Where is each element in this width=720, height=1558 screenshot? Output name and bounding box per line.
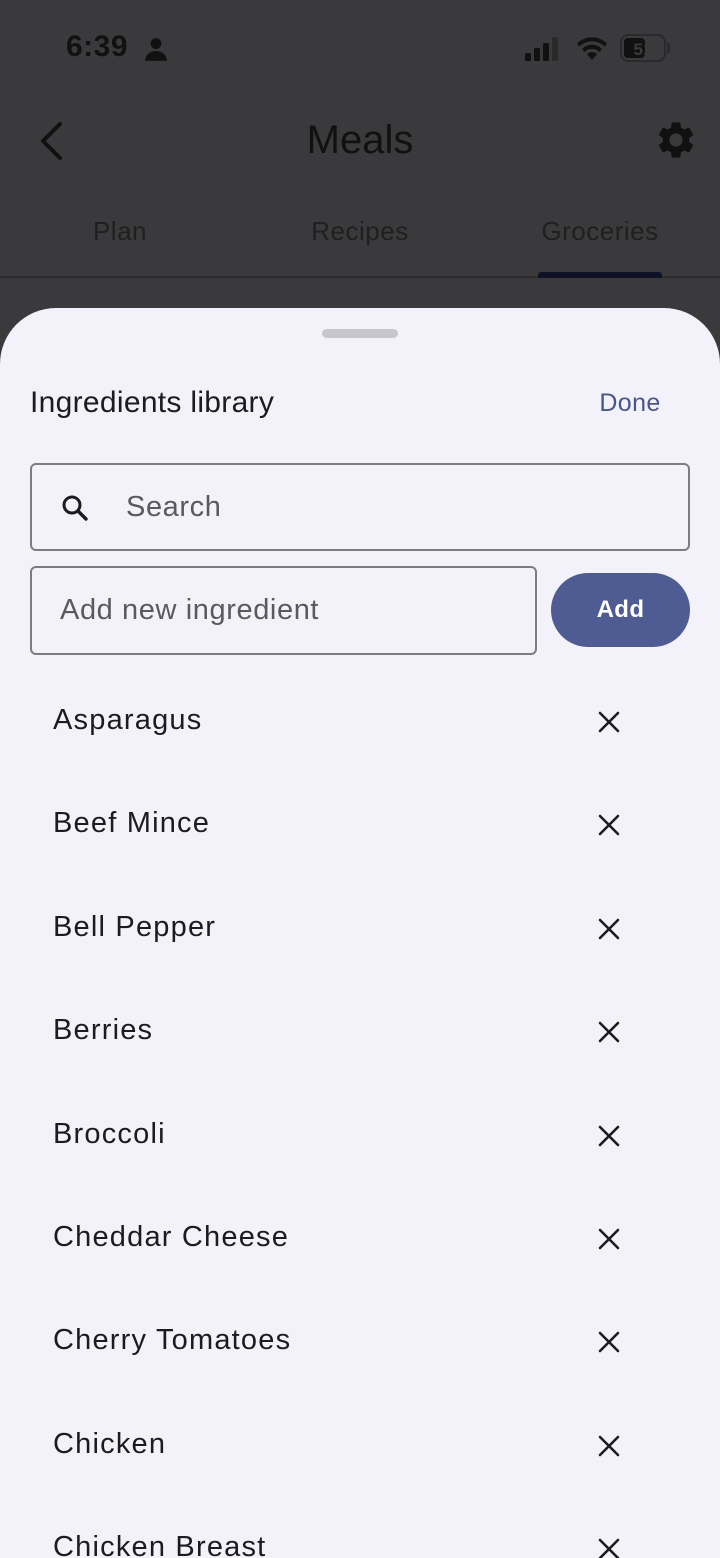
- tab-bar: Plan Recipes Groceries: [0, 196, 720, 278]
- list-item[interactable]: Chicken Breast: [0, 1497, 720, 1558]
- ingredient-name: Berries: [53, 1014, 154, 1047]
- search-box: [30, 463, 690, 551]
- drag-handle[interactable]: [322, 329, 398, 338]
- battery-level: 51: [634, 40, 653, 59]
- ingredient-name: Bell Pepper: [53, 910, 217, 943]
- remove-ingredient-button[interactable]: [584, 1317, 634, 1367]
- status-time: 6:39: [66, 30, 129, 63]
- remove-ingredient-button[interactable]: [584, 1524, 634, 1558]
- add-ingredient-input[interactable]: [60, 568, 520, 653]
- remove-ingredient-button[interactable]: [584, 1421, 634, 1471]
- person-icon: [145, 38, 167, 61]
- close-icon: [598, 1538, 620, 1558]
- tab-groceries[interactable]: Groceries: [480, 216, 720, 247]
- remove-ingredient-button[interactable]: [584, 1111, 634, 1161]
- battery-icon: 51: [620, 34, 670, 62]
- close-icon: [598, 711, 620, 733]
- ingredient-name: Chicken: [53, 1427, 167, 1460]
- ingredient-name: Beef Mince: [53, 807, 211, 840]
- list-item[interactable]: Cherry Tomatoes: [0, 1290, 720, 1393]
- tab-indicator: [538, 272, 662, 278]
- ingredient-list: Asparagus Beef Mince Bell Pepper Berries Bro…: [0, 670, 720, 1558]
- sheet-title: Ingredients library: [30, 386, 275, 419]
- remove-ingredient-button[interactable]: [584, 697, 634, 747]
- ingredients-library-sheet: Ingredients library Done Add Asparagus Be…: [0, 308, 720, 1558]
- list-item[interactable]: Broccoli: [0, 1084, 720, 1187]
- close-icon: [598, 1435, 620, 1457]
- close-icon: [598, 815, 620, 836]
- close-icon: [598, 1332, 620, 1353]
- tab-recipes[interactable]: Recipes: [240, 216, 480, 247]
- status-bar: 6:39 51: [0, 0, 720, 96]
- ingredient-name: Cheddar Cheese: [53, 1220, 290, 1253]
- wifi-icon: [577, 37, 607, 60]
- list-item[interactable]: Cheddar Cheese: [0, 1187, 720, 1290]
- ingredient-name: Asparagus: [53, 704, 203, 736]
- add-button[interactable]: Add: [551, 573, 690, 647]
- ingredient-name: Broccoli: [53, 1117, 166, 1150]
- add-ingredient-box: [30, 566, 537, 655]
- close-icon: [598, 918, 620, 940]
- page-title: Meals: [306, 118, 414, 162]
- remove-ingredient-button[interactable]: [584, 1007, 634, 1057]
- close-icon: [598, 1228, 620, 1250]
- list-item[interactable]: Berries: [0, 980, 720, 1083]
- signal-icon: [525, 37, 558, 61]
- list-item[interactable]: Asparagus: [0, 670, 720, 773]
- tab-plan[interactable]: Plan: [0, 216, 240, 247]
- remove-ingredient-button[interactable]: [584, 800, 634, 850]
- list-item[interactable]: Chicken: [0, 1394, 720, 1497]
- ingredient-name: Cherry Tomatoes: [53, 1324, 292, 1357]
- search-icon: [62, 495, 88, 521]
- gear-icon[interactable]: [654, 118, 698, 162]
- list-item[interactable]: Beef Mince: [0, 773, 720, 876]
- close-icon: [598, 1125, 620, 1146]
- app-header: Meals: [0, 96, 720, 186]
- remove-ingredient-button[interactable]: [584, 904, 634, 954]
- close-icon: [598, 1021, 620, 1043]
- remove-ingredient-button[interactable]: [584, 1214, 634, 1264]
- list-item[interactable]: Bell Pepper: [0, 877, 720, 980]
- ingredient-name: Chicken Breast: [53, 1531, 267, 1558]
- search-input[interactable]: [126, 465, 666, 549]
- done-button[interactable]: Done: [584, 380, 676, 426]
